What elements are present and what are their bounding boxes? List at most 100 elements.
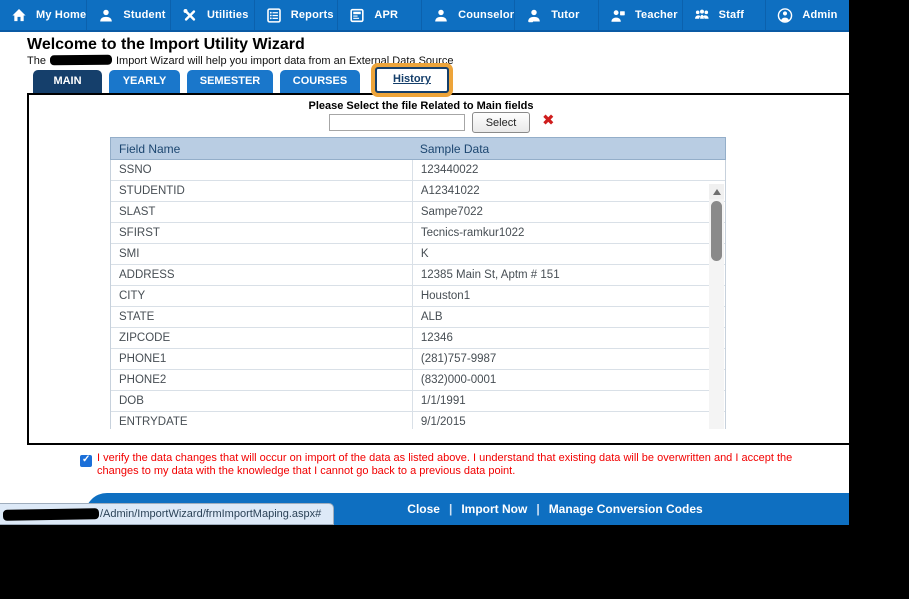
student-icon <box>98 7 116 23</box>
sample-data-cell: 123440022 <box>411 160 725 180</box>
column-header-sample-data: Sample Data <box>419 141 490 156</box>
tab-main[interactable]: MAIN <box>33 70 102 93</box>
field-mapping-table: Field Name Sample Data SSNO 123440022 STUD… <box>110 137 726 429</box>
field-name-cell: SSNO <box>119 164 152 176</box>
table-row: ENTRYDATE 9/1/2015 <box>111 412 725 429</box>
field-name-cell: SFIRST <box>119 227 160 239</box>
status-url-text: /Admin/ImportWizard/frmImportMaping.aspx… <box>100 508 322 520</box>
table-row: PHONE1 (281)757-9987 <box>111 349 725 370</box>
teacher-icon <box>610 7 628 23</box>
table-scrollbar[interactable] <box>709 184 724 429</box>
subtitle-prefix: The <box>27 55 46 67</box>
sample-data-cell: (832)000-0001 <box>411 370 725 390</box>
admin-icon <box>777 7 795 23</box>
file-path-input[interactable] <box>329 114 465 131</box>
nav-label: My Home <box>36 9 87 21</box>
red-x-icon[interactable]: ✖ <box>542 111 555 129</box>
field-name-cell: ADDRESS <box>119 269 175 281</box>
nav-item-student[interactable]: Student <box>86 0 170 30</box>
nav-label: Student <box>123 9 166 21</box>
nav-item-apr[interactable]: APR <box>337 0 421 30</box>
field-name-cell: DOB <box>119 395 144 407</box>
wizard-panel: Please Select the file Related to Main f… <box>27 93 849 445</box>
footer-link-manage-conversion-codes[interactable]: Manage Conversion Codes <box>549 502 703 516</box>
tutor-icon <box>526 7 544 23</box>
field-name-cell: PHONE1 <box>119 353 167 365</box>
sample-data-cell: 12346 <box>411 328 725 348</box>
counselor-icon <box>433 7 451 23</box>
nav-label: APR <box>374 9 399 21</box>
nav-item-counselor[interactable]: Counselor <box>421 0 514 30</box>
up-arrow-icon <box>712 188 721 195</box>
page-title: Welcome to the Import Utility Wizard <box>27 36 305 53</box>
nav-item-tutor[interactable]: Tutor <box>514 0 598 30</box>
file-select-label: Please Select the file Related to Main f… <box>308 100 534 112</box>
nav-item-reports[interactable]: Reports <box>253 0 338 30</box>
redaction-blob <box>2 507 100 521</box>
field-name-cell: ENTRYDATE <box>119 416 188 428</box>
reports-icon <box>266 7 284 23</box>
sample-data-cell: (281)757-9987 <box>411 349 725 369</box>
footer-links: Close | Import Now | Manage Conversion Codes <box>407 502 702 516</box>
table-row: ZIPCODE 12346 <box>111 328 725 349</box>
sample-data-cell: Sampe7022 <box>411 202 725 222</box>
sample-data-cell: 12385 Main St, Aptm # 151 <box>411 265 725 285</box>
nav-item-teacher[interactable]: Teacher <box>597 0 682 30</box>
table-row: CITY Houston1 <box>111 286 725 307</box>
nav-item-admin[interactable]: Admin <box>765 0 849 30</box>
sample-data-cell: K <box>411 244 725 264</box>
scroll-up-button[interactable] <box>709 184 724 199</box>
home-icon <box>11 7 29 23</box>
tab-courses[interactable]: COURSES <box>280 70 360 93</box>
table-row: SLAST Sampe7022 <box>111 202 725 223</box>
redaction-blob <box>49 54 113 66</box>
nav-item-my-home[interactable]: My Home <box>0 0 86 30</box>
utilities-icon <box>182 7 200 23</box>
apr-icon <box>349 7 367 23</box>
table-header-row: Field Name Sample Data <box>110 137 726 160</box>
table-row: STATE ALB <box>111 307 725 328</box>
tab-semester[interactable]: SEMESTER <box>187 70 273 93</box>
scrollbar-thumb[interactable] <box>711 201 722 261</box>
field-name-cell: STUDENTID <box>119 185 185 197</box>
field-name-cell: SLAST <box>119 206 156 218</box>
nav-label: Counselor <box>458 9 515 21</box>
table-row: DOB 1/1/1991 <box>111 391 725 412</box>
table-body: SSNO 123440022 STUDENTID A12341022 SLAST Samp… <box>110 160 726 429</box>
nav-item-staff[interactable]: Staff <box>681 0 766 30</box>
table-row: SSNO 123440022 <box>111 160 725 181</box>
table-row: SFIRST Tecnics-ramkur1022 <box>111 223 725 244</box>
table-row: PHONE2 (832)000-0001 <box>111 370 725 391</box>
app-window: My Home Student Utilities Reports APR Counsel… <box>0 0 849 525</box>
sample-data-cell: 9/1/2015 <box>411 412 725 429</box>
tab-history[interactable]: History <box>375 67 449 93</box>
verify-checkbox[interactable] <box>80 454 92 467</box>
field-name-cell: SMI <box>119 248 140 260</box>
page-subtitle: The Import Wizard will help you import da… <box>27 54 454 67</box>
select-file-button[interactable]: Select <box>472 112 530 133</box>
subtitle-suffix: Import Wizard will help you import data … <box>115 55 454 67</box>
field-name-cell: CITY <box>119 290 146 302</box>
sample-data-cell: Houston1 <box>411 286 725 306</box>
sample-data-cell: A12341022 <box>411 181 725 201</box>
footer-separator: | <box>536 502 540 516</box>
wizard-tabstrip: MAIN YEARLY SEMESTER COURSES History <box>33 67 449 93</box>
sample-data-cell: ALB <box>411 307 725 327</box>
nav-item-utilities[interactable]: Utilities <box>170 0 254 30</box>
column-header-field-name: Field Name <box>119 141 181 156</box>
field-name-cell: PHONE2 <box>119 374 167 386</box>
field-name-cell: ZIPCODE <box>119 332 171 344</box>
nav-label: Teacher <box>634 9 678 21</box>
top-navbar: My Home Student Utilities Reports APR Counsel… <box>0 0 849 32</box>
nav-label: Staff <box>718 9 745 21</box>
footer-link-import-now[interactable]: Import Now <box>461 502 527 516</box>
field-name-cell: STATE <box>119 311 155 323</box>
table-row: SMI K <box>111 244 725 265</box>
table-row: STUDENTID A12341022 <box>111 181 725 202</box>
verify-statement: I verify the data changes that will occu… <box>97 452 793 477</box>
tab-yearly[interactable]: YEARLY <box>109 70 180 93</box>
verify-row: I verify the data changes that will occu… <box>80 452 815 477</box>
footer-separator: | <box>448 502 453 516</box>
staff-icon <box>694 7 712 23</box>
footer-link-close[interactable]: Close <box>407 502 440 516</box>
